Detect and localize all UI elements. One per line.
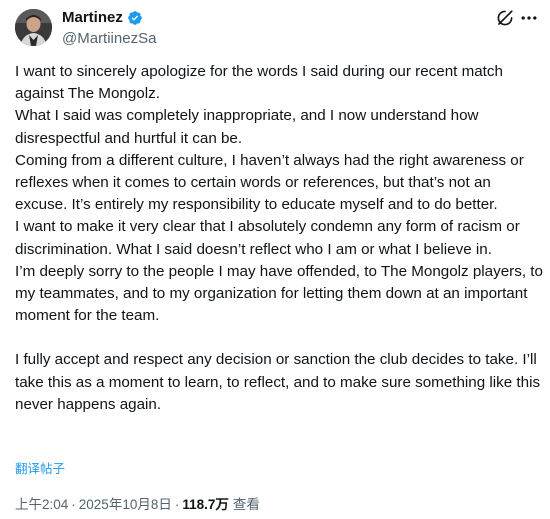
avatar-image — [15, 9, 52, 46]
tweet-text: I want to sincerely apologize for the wo… — [15, 61, 545, 416]
tweet: Martinez @MartiinezSa I want to sincerel… — [0, 0, 550, 519]
author-handle[interactable]: @MartiinezSa — [62, 29, 156, 49]
views-label: 查看 — [232, 497, 260, 512]
more-options-icon[interactable] — [519, 9, 539, 27]
views-count: 118.7万 — [182, 497, 229, 512]
tweet-paragraph: I want to make it very clear that I abso… — [15, 218, 525, 258]
tweet-paragraph: I want to sincerely apologize for the wo… — [15, 63, 508, 103]
grok-icon[interactable] — [496, 9, 514, 27]
tweet-paragraph: I fully accept and respect any decision … — [15, 351, 545, 413]
verified-badge-icon — [128, 11, 142, 25]
author-info: Martinez @MartiinezSa — [62, 8, 156, 49]
tweet-paragraph: What I said was completely inappropriate… — [15, 107, 483, 147]
post-time[interactable]: 上午2:04 — [15, 496, 68, 514]
meta-separator: · — [174, 497, 180, 512]
meta-separator: · — [71, 497, 76, 512]
author-name[interactable]: Martinez — [62, 8, 123, 28]
tweet-paragraph: Coming from a different culture, I haven… — [15, 151, 528, 214]
avatar[interactable] — [15, 9, 52, 46]
translate-post-link[interactable]: 翻译帖子 — [15, 461, 65, 477]
author-name-row: Martinez — [62, 8, 156, 28]
tweet-paragraph: I’m deeply sorry to the people I may hav… — [15, 262, 548, 325]
post-meta: 上午2:04 · 2025年10月8日 · 118.7万 查看 — [15, 496, 260, 514]
post-date[interactable]: 2025年10月8日 — [79, 496, 172, 514]
